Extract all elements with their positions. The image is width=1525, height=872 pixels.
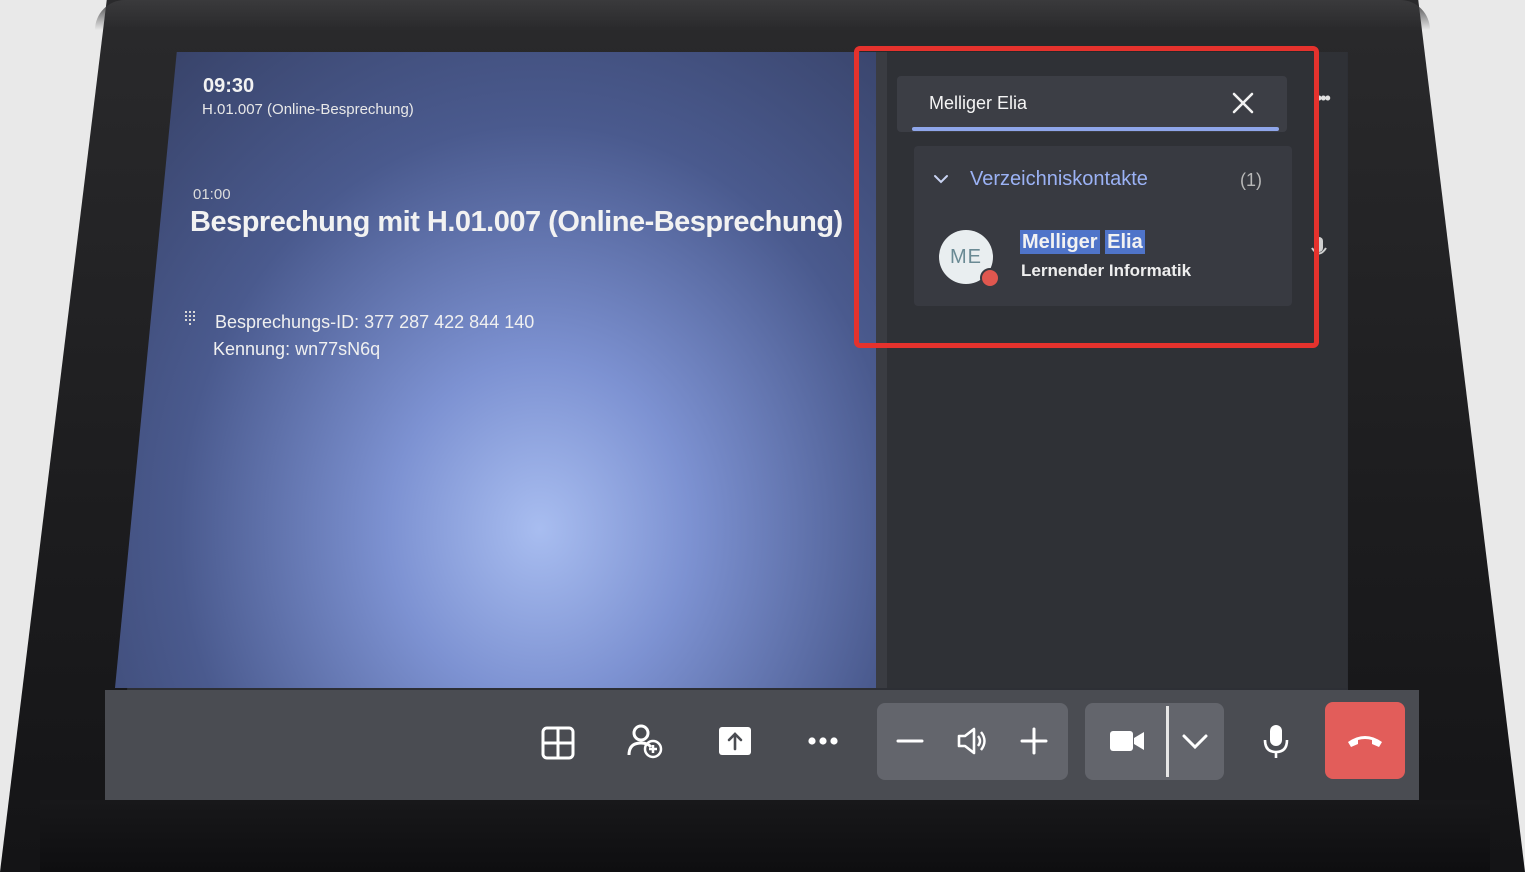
annotation-highlight-frame xyxy=(854,46,1319,348)
participants-icon[interactable] xyxy=(624,719,668,763)
meeting-passcode: Kennung: wn77sN6q xyxy=(213,339,381,359)
more-icon[interactable] xyxy=(801,719,845,763)
camera-divider xyxy=(1166,706,1169,777)
volume-down-icon[interactable] xyxy=(888,719,932,763)
hang-up-icon[interactable] xyxy=(1343,718,1387,762)
camera-options-chevron-icon[interactable] xyxy=(1173,719,1217,763)
dialpad-icon xyxy=(185,311,197,325)
speaker-icon xyxy=(950,719,994,763)
room-name: H.01.007 (Online-Besprechung) xyxy=(202,101,414,118)
volume-up-icon[interactable] xyxy=(1012,719,1056,763)
layout-icon[interactable] xyxy=(536,721,580,765)
share-icon[interactable] xyxy=(713,719,757,763)
meeting-title: Besprechung mit H.01.007 (Online-Besprec… xyxy=(190,206,843,238)
meeting-id: Besprechungs-ID: 377 287 422 844 140 xyxy=(215,312,535,332)
meeting-stage xyxy=(115,52,887,688)
bezel-bottom xyxy=(40,800,1490,872)
microphone-icon[interactable] xyxy=(1254,719,1298,763)
bezel-edge xyxy=(95,0,1430,30)
meeting-duration: 01:00 xyxy=(193,186,231,203)
clock: 09:30 xyxy=(203,75,255,97)
camera-icon[interactable] xyxy=(1105,719,1149,763)
